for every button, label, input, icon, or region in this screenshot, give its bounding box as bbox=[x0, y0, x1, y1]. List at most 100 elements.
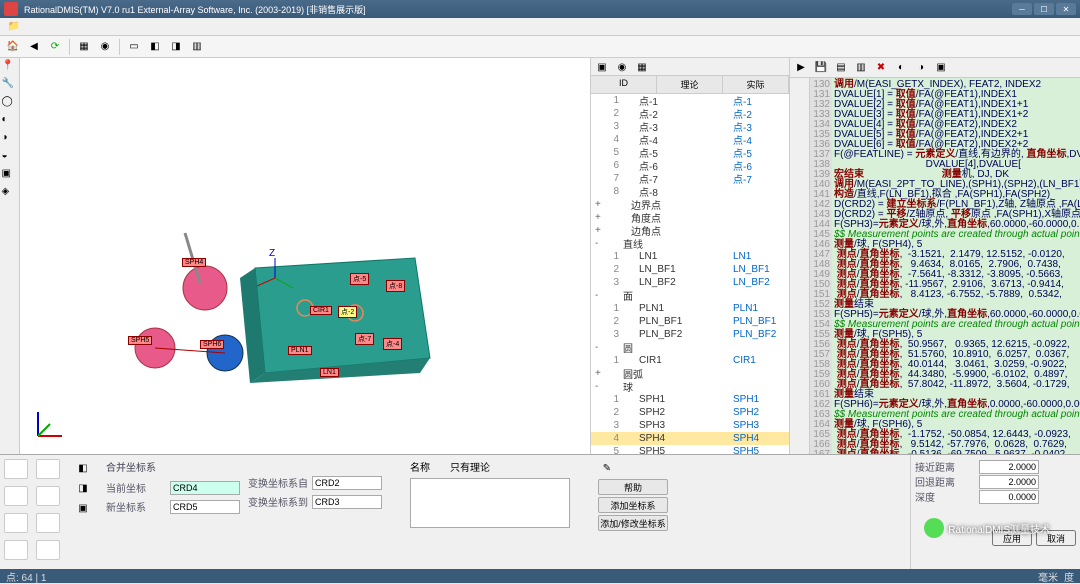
axis-gizmo bbox=[30, 404, 70, 444]
tree-row[interactable]: -面 bbox=[591, 289, 789, 302]
bottom-panel: ◧ ◨ ▣ 合并坐标系 当前坐标 新坐标系 变换坐标系自 变换坐标系到 名称只有… bbox=[0, 454, 1080, 569]
code-margin bbox=[790, 78, 810, 454]
ct2-icon[interactable]: ▥ bbox=[852, 59, 870, 77]
part-icon[interactable]: 🔧 bbox=[2, 78, 18, 94]
watermark: RationalDMIS测量技术 bbox=[924, 518, 1050, 538]
depth-label: 深度 bbox=[915, 489, 975, 504]
probe-icon[interactable]: 📍 bbox=[2, 60, 18, 76]
maximize-button[interactable]: ☐ bbox=[1034, 3, 1054, 15]
xform-to-label: 变换坐标系到 bbox=[248, 494, 308, 509]
new-crd-label: 新坐标系 bbox=[106, 499, 166, 514]
tree-row[interactable]: 1PLN1PLN1 bbox=[591, 302, 789, 315]
label-pt2: 点-2 bbox=[338, 306, 357, 318]
tool3-icon[interactable]: ▭ bbox=[125, 38, 143, 56]
bt2-icon[interactable] bbox=[36, 459, 60, 479]
home-icon[interactable]: 🏠 bbox=[4, 38, 22, 56]
feat3-icon[interactable]: ◑ bbox=[2, 132, 18, 148]
tree-tb1-icon[interactable]: ▣ bbox=[593, 58, 611, 76]
tree-row[interactable]: 1LN1LN1 bbox=[591, 250, 789, 263]
tree-row[interactable]: 2LN_BF1LN_BF1 bbox=[591, 263, 789, 276]
tool2-icon[interactable]: ◉ bbox=[96, 38, 114, 56]
bt1-icon[interactable] bbox=[4, 459, 28, 479]
col-only: 只有理论 bbox=[450, 459, 490, 474]
bt5-icon[interactable] bbox=[4, 513, 28, 533]
code-panel: ▶ 💾 ▤ ▥ ✖ ◐ ◑ ▣ 130131132133134135136137… bbox=[790, 58, 1080, 454]
label-ln1: LN1 bbox=[320, 368, 339, 377]
retract-input[interactable] bbox=[979, 475, 1039, 489]
ct4-icon[interactable]: ◐ bbox=[892, 59, 910, 77]
tree-row[interactable]: 5SPH5SPH5 bbox=[591, 445, 789, 454]
feat5-icon[interactable]: ▣ bbox=[2, 168, 18, 184]
feat4-icon[interactable]: ◒ bbox=[2, 150, 18, 166]
tree-col-id: ID bbox=[591, 76, 657, 93]
ct5-icon[interactable]: ◑ bbox=[912, 59, 930, 77]
depth-input[interactable] bbox=[979, 490, 1039, 504]
bm2-icon[interactable]: ◨ bbox=[74, 479, 92, 497]
bt8-icon[interactable] bbox=[36, 540, 60, 560]
feat2-icon[interactable]: ◐ bbox=[2, 114, 18, 130]
add-crd-button[interactable]: 添加坐标系 bbox=[598, 497, 668, 513]
tree-row[interactable]: 1SPH1SPH1 bbox=[591, 393, 789, 406]
feat-icon[interactable]: ◯ bbox=[2, 96, 18, 112]
3d-viewport[interactable]: Z SPH4 SPH5 SPH6 CIR1 点-2 PLN1 LN1 点-5 点… bbox=[20, 58, 590, 454]
tree-tb3-icon[interactable]: ▦ bbox=[633, 58, 651, 76]
xform-from-input[interactable] bbox=[312, 476, 382, 490]
cur-crd-input[interactable] bbox=[170, 481, 240, 495]
bottom-tool-grid bbox=[0, 455, 70, 569]
close-button[interactable]: ✕ bbox=[1056, 3, 1076, 15]
app-logo bbox=[4, 2, 18, 16]
run-icon[interactable]: ▶ bbox=[792, 59, 810, 77]
form-title: 合并坐标系 bbox=[106, 459, 240, 474]
tree-row[interactable]: 2PLN_BF1PLN_BF1 bbox=[591, 315, 789, 328]
col-name: 名称 bbox=[410, 459, 430, 474]
tool6-icon[interactable]: ▥ bbox=[188, 38, 206, 56]
bm1-icon[interactable]: ◧ bbox=[74, 459, 92, 477]
tool4-icon[interactable]: ◧ bbox=[146, 38, 164, 56]
bt6-icon[interactable] bbox=[36, 513, 60, 533]
approach-input[interactable] bbox=[979, 460, 1039, 474]
retract-label: 回退距离 bbox=[915, 474, 975, 489]
bt3-icon[interactable] bbox=[4, 486, 28, 506]
bm3-icon[interactable]: ▣ bbox=[74, 499, 92, 517]
tree-toolbar: ▣ ◉ ▦ bbox=[591, 58, 789, 76]
tool-icon[interactable]: ▦ bbox=[75, 38, 93, 56]
ct1-icon[interactable]: ▤ bbox=[832, 59, 850, 77]
tree-row[interactable]: -球 bbox=[591, 380, 789, 393]
refresh-icon[interactable]: ⟳ bbox=[46, 38, 64, 56]
status-angle: 度 bbox=[1064, 569, 1074, 584]
new-crd-input[interactable] bbox=[170, 500, 240, 514]
tree-col-actual: 实际 bbox=[723, 76, 789, 93]
main-toolbar: 🏠 ◀ ⟳ ▦ ◉ ▭ ◧ ◨ ▥ bbox=[0, 36, 1080, 58]
feat6-icon[interactable]: ◈ bbox=[2, 186, 18, 202]
edit-icon[interactable]: ✎ bbox=[598, 459, 616, 477]
label-pln1: PLN1 bbox=[288, 346, 312, 355]
tree-row[interactable]: 4SPH4SPH4 bbox=[591, 432, 789, 445]
minimize-button[interactable]: ─ bbox=[1012, 3, 1032, 15]
ct6-icon[interactable]: ▣ bbox=[932, 59, 950, 77]
code-editor[interactable]: 调用/M(EASI_GETX_INDEX), FEAT2, INDEX2DVAL… bbox=[832, 78, 1080, 454]
tree-col-theory: 理论 bbox=[657, 76, 723, 93]
tool5-icon[interactable]: ◨ bbox=[167, 38, 185, 56]
crd-list[interactable] bbox=[410, 478, 570, 528]
tree-tb2-icon[interactable]: ◉ bbox=[613, 58, 631, 76]
menu-file-icon[interactable]: 📁 bbox=[4, 20, 24, 34]
save-icon[interactable]: 💾 bbox=[812, 59, 830, 77]
label-pt4: 点-4 bbox=[383, 338, 402, 350]
ct3-icon[interactable]: ✖ bbox=[872, 59, 890, 77]
left-toolbar: 📍 🔧 ◯ ◐ ◑ ◒ ▣ ◈ bbox=[0, 58, 20, 454]
help-button[interactable]: 帮助 bbox=[598, 479, 668, 495]
code-gutter: 1301311321331341351361371381391401411421… bbox=[810, 78, 832, 454]
bt4-icon[interactable] bbox=[36, 486, 60, 506]
tree-row[interactable]: -直线 bbox=[591, 237, 789, 250]
xform-to-input[interactable] bbox=[312, 495, 382, 509]
menubar: 📁 bbox=[0, 18, 1080, 36]
add-mod-crd-button[interactable]: 添加/修改坐标系 bbox=[598, 515, 668, 531]
tree-row[interactable]: -圆 bbox=[591, 341, 789, 354]
bt7-icon[interactable] bbox=[4, 540, 28, 560]
tree-row[interactable]: 3SPH3SPH3 bbox=[591, 419, 789, 432]
label-pt8: 点-8 bbox=[386, 280, 405, 292]
back-icon[interactable]: ◀ bbox=[25, 38, 43, 56]
wechat-icon bbox=[924, 518, 944, 538]
label-pt5: 点-5 bbox=[350, 273, 369, 285]
tree-row[interactable]: 2SPH2SPH2 bbox=[591, 406, 789, 419]
